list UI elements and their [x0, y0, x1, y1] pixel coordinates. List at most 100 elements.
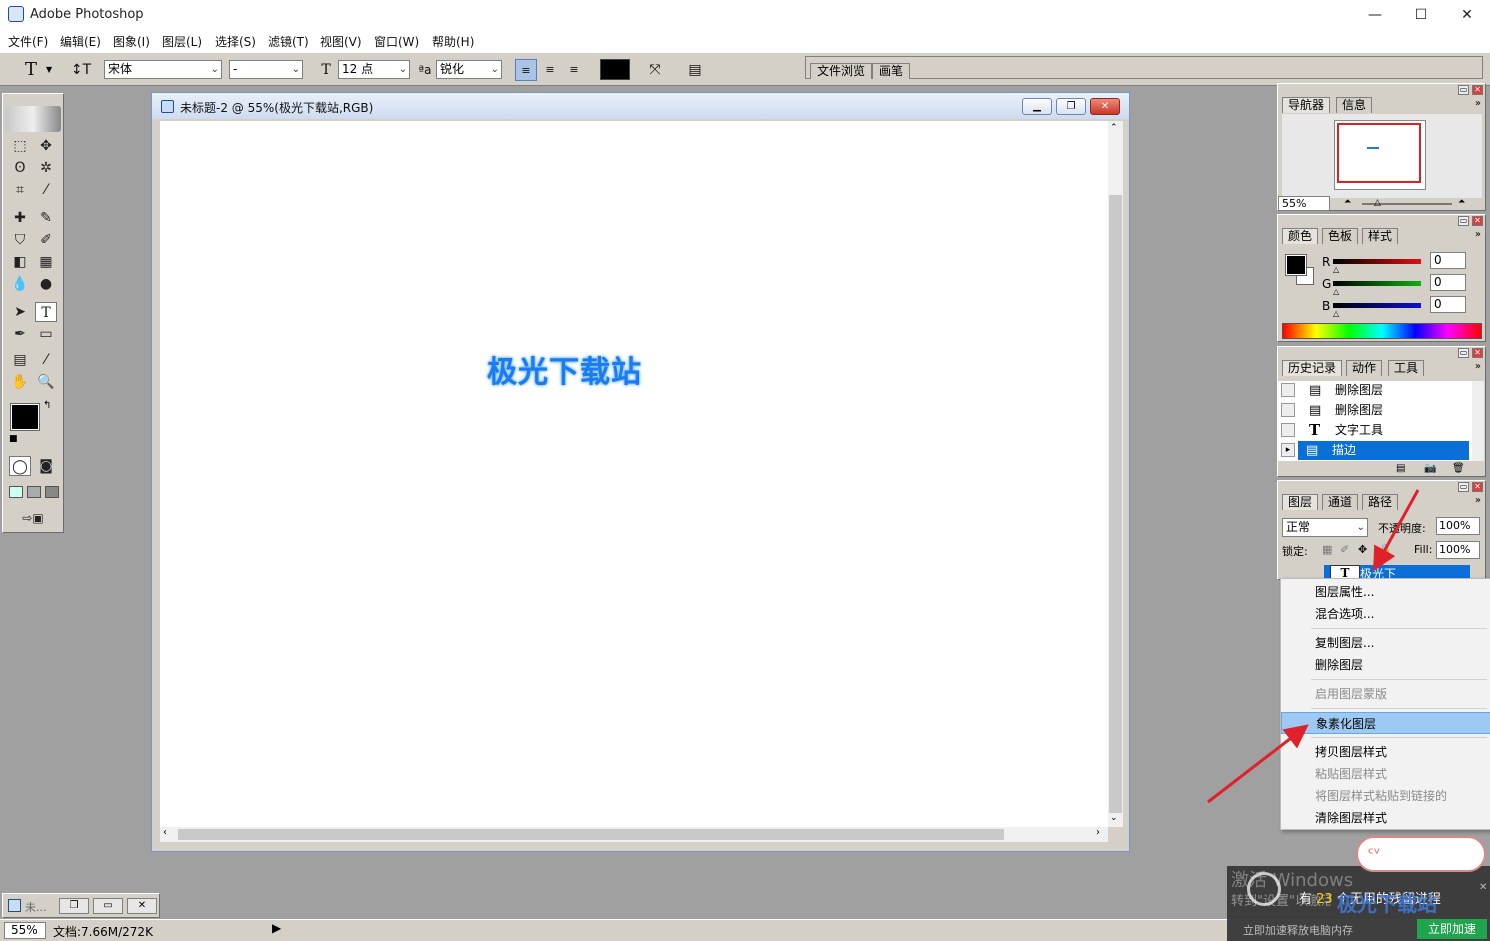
quickmask-mode-icon[interactable]: ◙: [35, 456, 57, 476]
panel-minimize-button[interactable]: ▭: [1458, 348, 1469, 358]
blur-tool-icon[interactable]: 💧: [9, 274, 31, 294]
history-brush-source-box[interactable]: [1281, 383, 1295, 397]
warp-text-icon[interactable]: ⤧: [644, 59, 666, 81]
menu-filter[interactable]: 滤镜(T): [268, 33, 309, 50]
horizontal-scrollbar[interactable]: ‹ ›: [160, 827, 1108, 842]
menu-help[interactable]: 帮助(H): [432, 33, 474, 50]
panel-minimize-button[interactable]: ▭: [1458, 216, 1469, 226]
canvas[interactable]: 极光下载站: [160, 121, 1108, 827]
status-zoom-field[interactable]: 55%: [4, 922, 46, 939]
antialias-select[interactable]: 锐化 ⌄: [436, 60, 502, 79]
vertical-scrollbar[interactable]: ⌃ ⌄: [1108, 121, 1123, 827]
navigator-view-box[interactable]: [1337, 123, 1421, 183]
healing-brush-icon[interactable]: ✚: [9, 208, 31, 228]
restore-button[interactable]: ❐: [59, 898, 89, 914]
tab-actions[interactable]: 动作: [1346, 360, 1383, 376]
fg-color-swatch[interactable]: [1285, 254, 1307, 276]
panel-minimize-button[interactable]: ▭: [1458, 85, 1469, 95]
stamp-tool-icon[interactable]: ⛉: [9, 230, 31, 250]
tab-brushes[interactable]: 画笔: [872, 63, 911, 79]
history-item[interactable]: ▤ 删除图层: [1281, 401, 1469, 420]
tab-swatches[interactable]: 色板: [1322, 228, 1359, 244]
scroll-left-icon[interactable]: ‹: [163, 827, 167, 838]
channel-b-value[interactable]: 0: [1430, 296, 1466, 313]
menu-view[interactable]: 视图(V): [320, 33, 362, 50]
minimize-button[interactable]: —: [1352, 0, 1398, 30]
channel-g-value[interactable]: 0: [1430, 274, 1466, 291]
tab-history[interactable]: 历史记录: [1282, 360, 1343, 376]
maximize-doc-button[interactable]: ▭: [93, 898, 123, 914]
menu-image[interactable]: 图象(I): [113, 33, 150, 50]
doc-restore-button[interactable]: ❐: [1056, 98, 1086, 115]
menu-edit[interactable]: 编辑(E): [60, 33, 101, 50]
vertical-scroll-thumb[interactable]: [1109, 195, 1122, 813]
menu-layer[interactable]: 图层(L): [162, 33, 202, 50]
notes-tool-icon[interactable]: ▤: [9, 350, 31, 370]
align-right-icon[interactable]: ≡: [563, 59, 585, 81]
screen-mode-full-menu-icon[interactable]: [27, 486, 41, 498]
channel-g-slider[interactable]: [1333, 281, 1421, 286]
font-style-select[interactable]: - ⌄: [229, 60, 303, 79]
scroll-up-icon[interactable]: ⌃: [1110, 123, 1118, 133]
slider-handle[interactable]: △: [1333, 309, 1339, 318]
panel-close-button[interactable]: ✕: [1472, 482, 1483, 492]
panel-close-button[interactable]: ✕: [1472, 85, 1483, 95]
lasso-tool-icon[interactable]: ʘ: [9, 158, 31, 178]
close-button[interactable]: ✕: [1444, 0, 1490, 30]
history-state-marker-icon[interactable]: ▸: [1281, 443, 1295, 457]
snapshot-icon[interactable]: 📷: [1424, 463, 1436, 474]
zoom-in-icon[interactable]: ⏶: [1458, 197, 1465, 207]
zoom-slider-handle[interactable]: △: [1374, 198, 1381, 208]
panel-close-button[interactable]: ✕: [1472, 216, 1483, 226]
align-center-icon[interactable]: ≡: [539, 59, 561, 81]
slice-tool-icon[interactable]: ⁄: [35, 180, 57, 200]
scroll-right-icon[interactable]: ›: [1096, 827, 1100, 838]
scroll-down-icon[interactable]: ⌄: [1110, 813, 1118, 823]
navigator-zoom-field[interactable]: 55%: [1278, 196, 1330, 211]
navigator-thumbnail[interactable]: [1334, 120, 1426, 190]
move-tool-icon[interactable]: ✥: [35, 136, 57, 156]
type-tool-icon[interactable]: T: [35, 302, 57, 322]
speedup-button[interactable]: 立即加速: [1417, 919, 1487, 939]
channel-r-value[interactable]: 0: [1430, 252, 1466, 269]
font-size-select[interactable]: 12 点 ⌄: [338, 60, 410, 79]
dodge-tool-icon[interactable]: ●: [35, 274, 57, 294]
notification-close-icon[interactable]: ✕: [1479, 882, 1487, 893]
panel-menu-icon[interactable]: »: [1475, 361, 1481, 372]
align-left-icon[interactable]: ≡: [515, 59, 537, 81]
history-brush-source-box[interactable]: [1281, 403, 1295, 417]
close-doc-button[interactable]: ✕: [127, 898, 157, 914]
tab-info[interactable]: 信息: [1336, 97, 1373, 113]
font-family-select[interactable]: 宋体 ⌄: [104, 60, 222, 79]
standard-mode-icon[interactable]: ◯: [9, 456, 31, 476]
new-document-from-state-icon[interactable]: ▤: [1396, 463, 1405, 474]
zoom-out-icon[interactable]: ⏶: [1344, 197, 1351, 207]
preset-dropdown-arrow-icon[interactable]: ▼: [46, 65, 52, 74]
trash-icon[interactable]: 🗑: [1452, 463, 1465, 474]
text-color-swatch[interactable]: [600, 59, 630, 80]
history-brush-source-box[interactable]: [1281, 423, 1295, 437]
panel-minimize-button[interactable]: ▭: [1458, 482, 1469, 492]
panel-close-button[interactable]: ✕: [1472, 348, 1483, 358]
text-orientation-icon[interactable]: ↕T: [70, 59, 92, 81]
doc-minimize-button[interactable]: ▁: [1022, 98, 1052, 115]
zoom-tool-icon[interactable]: 🔍: [35, 372, 57, 392]
horizontal-scroll-thumb[interactable]: [178, 829, 1004, 840]
jump-to-imageready-icon[interactable]: ⇨▣: [9, 508, 57, 528]
menu-select[interactable]: 选择(S): [215, 33, 256, 50]
maximize-button[interactable]: ☐: [1398, 0, 1444, 30]
crop-tool-icon[interactable]: ⌗: [9, 180, 31, 200]
history-scrollbar[interactable]: [1472, 381, 1484, 461]
tab-color[interactable]: 颜色: [1282, 228, 1319, 244]
channel-r-slider[interactable]: [1333, 259, 1421, 264]
slider-handle[interactable]: △: [1333, 287, 1339, 296]
history-brush-icon[interactable]: ✐: [35, 230, 57, 250]
eraser-tool-icon[interactable]: ◧: [9, 252, 31, 272]
fill-field[interactable]: 100%: [1436, 541, 1480, 559]
magic-wand-icon[interactable]: ✲: [35, 158, 57, 178]
history-item-selected[interactable]: ▤ 描边: [1298, 441, 1469, 460]
eyedropper-icon[interactable]: ⁄: [35, 350, 57, 370]
panel-menu-icon[interactable]: »: [1475, 495, 1481, 506]
hand-tool-icon[interactable]: ✋: [9, 372, 31, 392]
history-item[interactable]: ▤ 删除图层: [1281, 381, 1469, 400]
